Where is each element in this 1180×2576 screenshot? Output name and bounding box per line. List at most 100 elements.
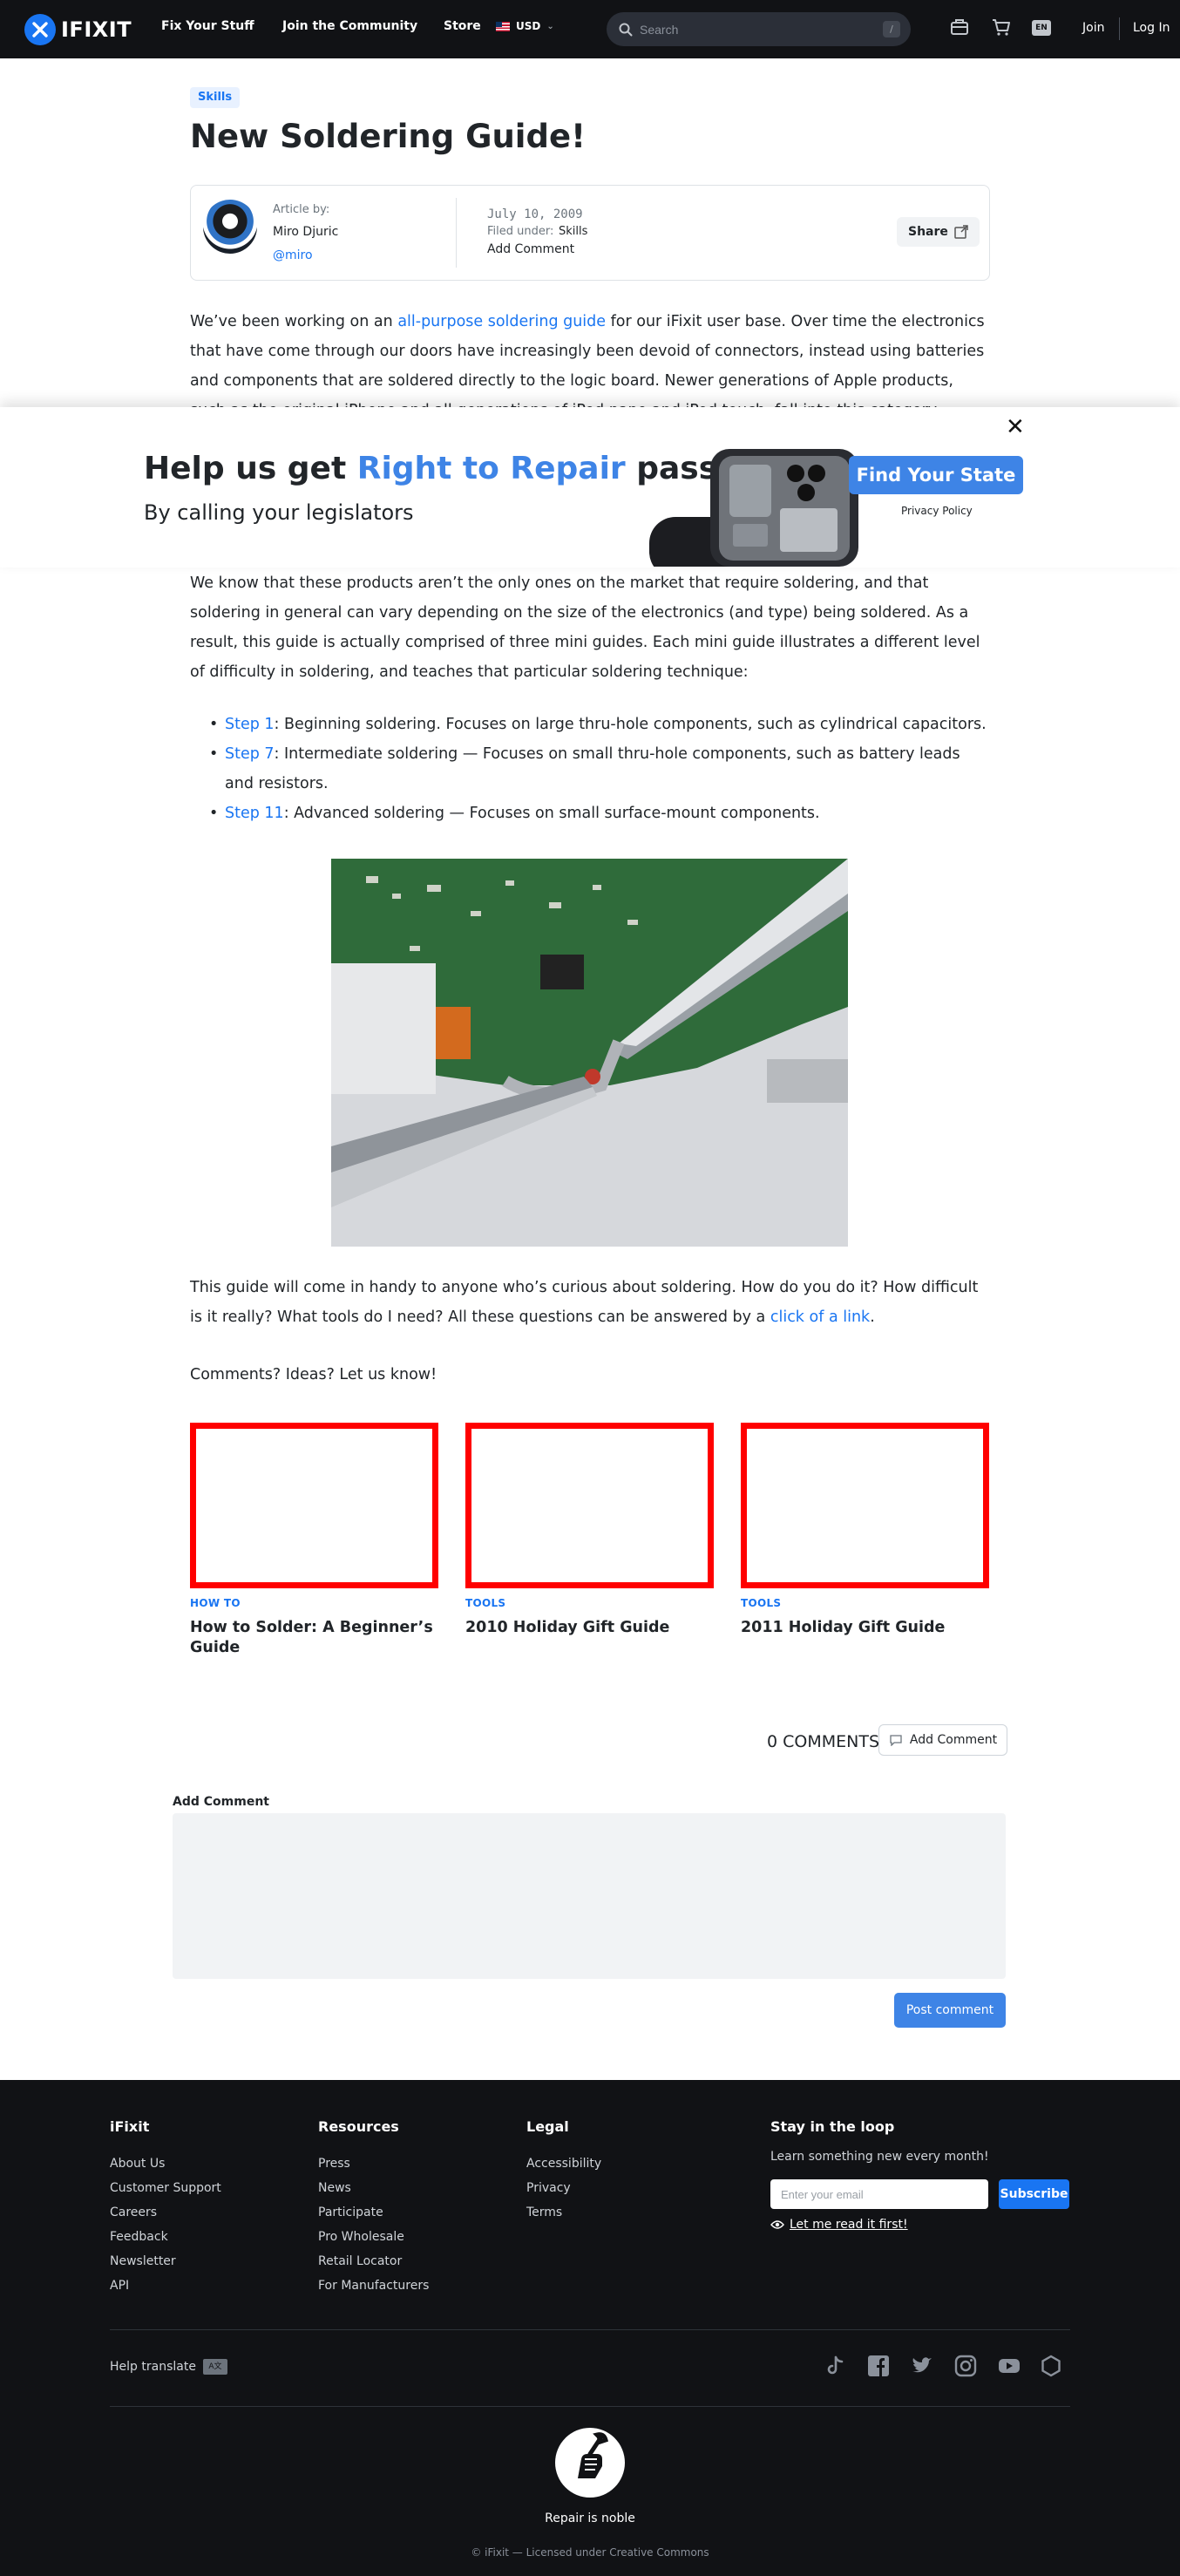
intro-text-pre: We’ve been working on an — [190, 313, 398, 330]
instagram-icon[interactable] — [953, 2354, 978, 2378]
footer-link[interactable]: Terms — [526, 2206, 562, 2219]
footer-link[interactable]: Press — [318, 2157, 350, 2171]
nav-fix-your-stuff[interactable]: Fix Your Stuff — [161, 19, 254, 33]
footer-link[interactable]: API — [110, 2279, 129, 2293]
help-translate-label: Help translate — [110, 2360, 196, 2374]
footer-link[interactable]: About Us — [110, 2157, 165, 2171]
step-11-link[interactable]: Step 11 — [225, 805, 284, 822]
privacy-policy-link[interactable]: Privacy Policy — [901, 505, 973, 517]
list-item: Step 7: Intermediate soldering — Focuses… — [190, 739, 990, 799]
footer-link[interactable]: Pro Wholesale — [318, 2230, 404, 2244]
join-link[interactable]: Join — [1082, 21, 1104, 35]
share-button[interactable]: Share — [897, 217, 980, 247]
page-title: New Soldering Guide! — [190, 118, 586, 155]
steps-list: Step 1: Beginning soldering. Focuses on … — [190, 710, 990, 828]
comment-textarea[interactable] — [173, 1813, 1006, 1979]
author-handle[interactable]: @miro — [273, 248, 313, 262]
click-of-a-link[interactable]: click of a link — [770, 1308, 870, 1326]
comment-icon — [890, 1735, 902, 1746]
cart-icon[interactable] — [992, 17, 1011, 37]
nav-join-community[interactable]: Join the Community — [282, 19, 417, 33]
footer-divider — [110, 2406, 1070, 2407]
read-it-first-link[interactable]: Let me read it first! — [770, 2218, 908, 2232]
chevron-down-icon: ⌄ — [546, 21, 554, 31]
share-label: Share — [908, 225, 948, 239]
logo-text: IFIXIT — [61, 17, 132, 42]
footer-link[interactable]: Accessibility — [526, 2157, 601, 2171]
toolbox-icon[interactable] — [950, 17, 969, 37]
tiktok-icon[interactable] — [823, 2354, 847, 2378]
newsletter-text: Learn something new every month! — [770, 2150, 989, 2164]
paragraph-2: We know that these products aren’t the o… — [190, 574, 980, 681]
add-comment-button[interactable]: Add Comment — [878, 1724, 1007, 1756]
newsletter-email-input[interactable] — [770, 2179, 988, 2209]
facebook-icon[interactable] — [866, 2354, 891, 2378]
footer-link[interactable]: Retail Locator — [318, 2254, 402, 2268]
us-flag-icon — [496, 21, 510, 31]
site-footer: iFixit About Us Customer Support Careers… — [0, 2080, 1180, 2576]
publish-date: July 10, 2009 — [487, 207, 583, 221]
category-tag[interactable]: Skills — [190, 87, 241, 108]
related-card-image[interactable] — [741, 1423, 989, 1588]
find-your-state-button[interactable]: Find Your State — [849, 456, 1023, 494]
step-11-text: : Advanced soldering — Focuses on small … — [283, 805, 820, 822]
footer-heading-legal: Legal — [526, 2118, 569, 2135]
filed-under-value[interactable]: Skills — [559, 225, 587, 238]
translate-icon: A文 — [202, 2359, 227, 2375]
hexagon-social-icon[interactable] — [1039, 2354, 1063, 2378]
related-card-image[interactable] — [465, 1423, 714, 1588]
ifixit-logo-icon — [24, 14, 56, 45]
footer-link[interactable]: Careers — [110, 2206, 157, 2219]
add-comment-link[interactable]: Add Comment — [487, 242, 574, 256]
currency-selector[interactable]: USD ⌄ — [496, 20, 554, 32]
related-card-title[interactable]: 2011 Holiday Gift Guide — [741, 1618, 989, 1638]
external-link-icon — [954, 225, 968, 239]
footer-link[interactable]: Participate — [318, 2206, 383, 2219]
author-avatar[interactable] — [203, 200, 257, 254]
language-badge[interactable]: EN — [1032, 20, 1051, 36]
related-card-image[interactable] — [190, 1423, 438, 1588]
article-meta-card: Article by: Miro Djuric @miro July 10, 2… — [190, 185, 990, 281]
step-7-text: : Intermediate soldering — Focuses on sm… — [225, 745, 960, 792]
footer-heading-newsletter: Stay in the loop — [770, 2118, 895, 2135]
footer-link[interactable]: News — [318, 2181, 351, 2195]
login-link[interactable]: Log In — [1133, 21, 1170, 35]
footer-link[interactable]: Feedback — [110, 2230, 168, 2244]
soldering-guide-link[interactable]: all-purpose soldering guide — [397, 313, 606, 330]
footer-link[interactable]: Newsletter — [110, 2254, 176, 2268]
related-card-kicker: TOOLS — [741, 1597, 782, 1609]
repair-fist-logo — [555, 2428, 625, 2498]
help-translate-link[interactable]: Help translate A文 — [110, 2359, 227, 2375]
close-icon[interactable]: ✕ — [1006, 416, 1025, 438]
related-card-kicker: TOOLS — [465, 1597, 506, 1609]
step-7-link[interactable]: Step 7 — [225, 745, 275, 763]
search-shortcut-key: / — [883, 21, 900, 37]
search-icon — [619, 23, 633, 36]
subscribe-button[interactable]: Subscribe — [999, 2179, 1069, 2209]
related-card-title[interactable]: How to Solder: A Beginner’s Guide — [190, 1618, 438, 1658]
step-1-text: : Beginning soldering. Focuses on large … — [274, 716, 987, 733]
footer-slogan: Repair is noble — [545, 2511, 635, 2525]
author-name[interactable]: Miro Djuric — [273, 225, 338, 239]
paragraph-4: Comments? Ideas? Let us know! — [190, 1366, 437, 1383]
search-input[interactable] — [640, 22, 875, 37]
post-comment-button[interactable]: Post comment — [894, 1993, 1006, 2028]
footer-link[interactable]: Customer Support — [110, 2181, 221, 2195]
footer-link[interactable]: Privacy — [526, 2181, 571, 2195]
footer-heading-resources: Resources — [318, 2118, 399, 2135]
youtube-icon[interactable] — [997, 2354, 1021, 2378]
ifixit-logo[interactable]: IFIXIT — [24, 14, 132, 45]
search-bar[interactable]: / — [607, 12, 911, 46]
right-to-repair-banner: Help us get Right to Repair passed By ca… — [0, 407, 1180, 568]
related-card-title[interactable]: 2010 Holiday Gift Guide — [465, 1618, 714, 1638]
para3-text-post: . — [870, 1308, 875, 1326]
nav-store[interactable]: Store — [444, 19, 481, 33]
footer-link[interactable]: For Manufacturers — [318, 2279, 429, 2293]
step-1-link[interactable]: Step 1 — [225, 716, 275, 733]
meta-divider — [456, 198, 457, 268]
banner-title-highlight: Right to Repair — [356, 451, 626, 486]
top-navigation: IFIXIT Fix Your Stuff Join the Community… — [0, 0, 1180, 58]
twitter-icon[interactable] — [910, 2354, 934, 2378]
list-item: Step 11: Advanced soldering — Focuses on… — [190, 799, 990, 828]
list-item: Step 1: Beginning soldering. Focuses on … — [190, 710, 990, 739]
